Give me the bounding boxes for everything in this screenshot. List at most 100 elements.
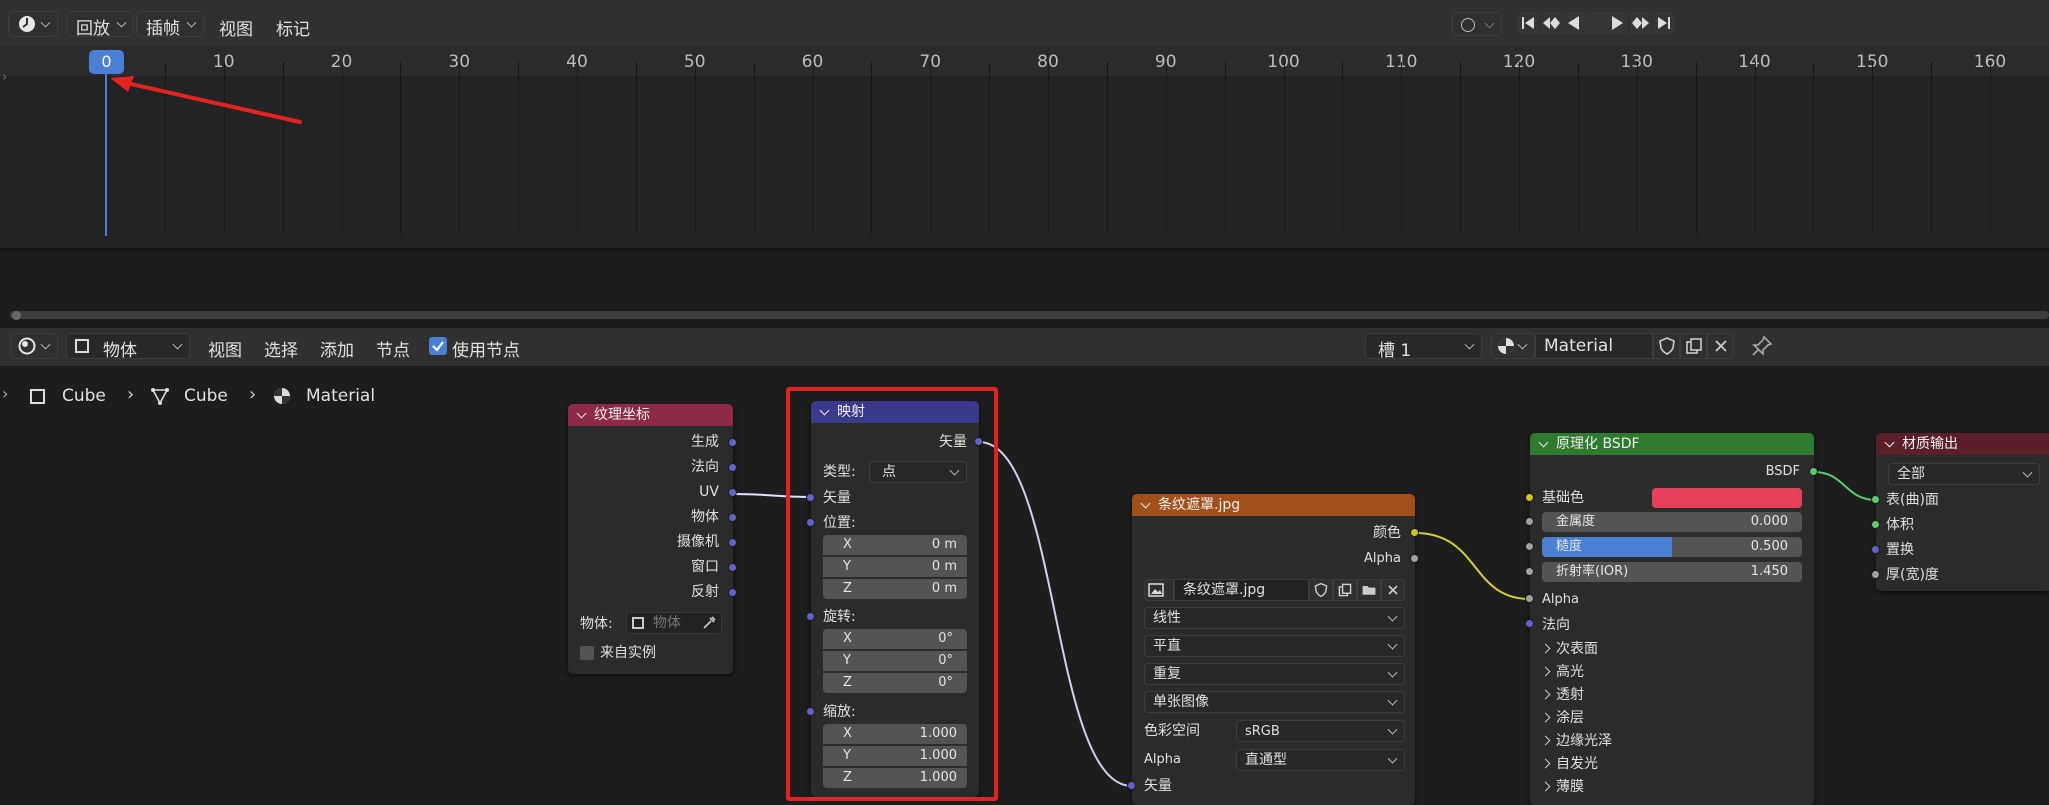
chevron-right-icon xyxy=(1540,758,1551,769)
alpha-mode-value: 直通型 xyxy=(1245,752,1287,768)
base-color-swatch[interactable] xyxy=(1652,488,1802,508)
output-socket-displacement[interactable] xyxy=(1871,545,1880,554)
bsdf-panel-2[interactable]: 透射 xyxy=(1540,686,1802,704)
output-normal: 法向 xyxy=(691,459,719,475)
bsdf-panel-label: 次表面 xyxy=(1556,641,1598,657)
output-socket-volume[interactable] xyxy=(1871,520,1880,529)
bsdf-socket-metallic[interactable] xyxy=(1525,517,1534,526)
bsdf-panel-0[interactable]: 次表面 xyxy=(1540,640,1802,658)
alpha-mode-label: Alpha xyxy=(1144,752,1181,767)
output-color: 颜色 xyxy=(1373,525,1401,541)
output-input-volume: 体积 xyxy=(1886,517,1914,533)
socket-object[interactable] xyxy=(728,513,737,522)
from-instancer-checkbox[interactable] xyxy=(580,646,594,660)
socket-uv[interactable] xyxy=(728,488,737,497)
image-texture-header[interactable]: 条纹遮罩.jpg xyxy=(1132,494,1415,516)
extension-select[interactable]: 重复 xyxy=(1144,663,1405,685)
bsdf-socket-ior[interactable] xyxy=(1525,567,1534,576)
duplicate-icon xyxy=(1338,583,1352,597)
output-generated: 生成 xyxy=(691,434,719,450)
image-name-label: 条纹遮罩.jpg xyxy=(1183,582,1266,598)
socket-reflection[interactable] xyxy=(728,588,737,597)
ior-field[interactable]: 折射率(IOR) 1.450 xyxy=(1542,562,1802,582)
metallic-value: 0.000 xyxy=(1750,514,1788,529)
colorspace-select[interactable]: sRGB xyxy=(1236,720,1405,742)
metallic-field[interactable]: 金属度 0.000 xyxy=(1542,512,1802,532)
output-alpha: Alpha xyxy=(1364,551,1401,566)
socket-camera[interactable] xyxy=(728,538,737,547)
texture-coordinate-node[interactable]: 纹理坐标 生成 法向 UV 物体 摄像机 窗口 反射 物体: 物体 来自实例 xyxy=(568,404,733,674)
output-window: 窗口 xyxy=(691,559,719,575)
eyedropper-icon[interactable] xyxy=(701,615,717,631)
socket-generated[interactable] xyxy=(728,438,737,447)
texture-coordinate-header[interactable]: 纹理坐标 xyxy=(568,404,733,426)
object-field-label: 物体: xyxy=(580,616,613,632)
image-texture-title: 条纹遮罩.jpg xyxy=(1158,497,1241,513)
folder-icon xyxy=(1362,586,1376,595)
shield-icon xyxy=(1314,582,1328,598)
source-select[interactable]: 单张图像 xyxy=(1144,691,1405,713)
bsdf-socket-output[interactable] xyxy=(1809,467,1818,476)
bsdf-panel-5[interactable]: 自发光 xyxy=(1540,755,1802,773)
from-instancer-label: 来自实例 xyxy=(600,645,656,661)
socket-window[interactable] xyxy=(728,563,737,572)
output-target-value: 全部 xyxy=(1897,466,1925,482)
image-duplicate-button[interactable] xyxy=(1333,579,1357,601)
ior-label: 折射率(IOR) xyxy=(1556,564,1629,579)
base-color-label: 基础色 xyxy=(1542,490,1584,506)
image-socket-color[interactable] xyxy=(1410,528,1419,537)
output-camera: 摄像机 xyxy=(677,534,719,550)
output-socket-thickness[interactable] xyxy=(1871,570,1880,579)
object-field-icon xyxy=(632,617,644,629)
bsdf-alpha-input: Alpha xyxy=(1542,592,1579,607)
output-input-surface: 表(曲)面 xyxy=(1886,492,1939,508)
image-texture-node[interactable]: 条纹遮罩.jpg 颜色 Alpha 条纹遮罩.jpg 线性 平直 重复 单张图像… xyxy=(1132,494,1415,805)
roughness-field[interactable]: 糙度 0.500 xyxy=(1542,537,1802,557)
bsdf-socket-base-color[interactable] xyxy=(1525,493,1534,502)
bsdf-socket-roughness[interactable] xyxy=(1525,542,1534,551)
bsdf-panel-3[interactable]: 涂层 xyxy=(1540,709,1802,727)
bsdf-output: BSDF xyxy=(1765,464,1800,479)
annotation-highlight-box xyxy=(786,387,998,801)
bsdf-panel-label: 高光 xyxy=(1556,664,1584,680)
source-value: 单张图像 xyxy=(1153,694,1209,710)
texture-coordinate-title: 纹理坐标 xyxy=(594,407,650,423)
interpolation-select[interactable]: 线性 xyxy=(1144,607,1405,629)
colorspace-value: sRGB xyxy=(1245,724,1280,739)
image-name-field[interactable]: 条纹遮罩.jpg xyxy=(1174,579,1309,601)
image-open-button[interactable] xyxy=(1357,579,1381,601)
bsdf-socket-normal[interactable] xyxy=(1525,619,1534,628)
image-browse-button[interactable] xyxy=(1144,579,1174,601)
output-object: 物体 xyxy=(691,509,719,525)
bsdf-panel-label: 薄膜 xyxy=(1556,779,1584,795)
output-input-thickness: 厚(宽)度 xyxy=(1886,567,1939,583)
bsdf-panel-1[interactable]: 高光 xyxy=(1540,663,1802,681)
chevron-right-icon xyxy=(1540,735,1551,746)
image-socket-vector[interactable] xyxy=(1127,781,1136,790)
output-uv: UV xyxy=(699,484,719,500)
bsdf-socket-alpha[interactable] xyxy=(1525,594,1534,603)
chevron-right-icon xyxy=(1540,712,1551,723)
chevron-right-icon xyxy=(1540,666,1551,677)
principled-bsdf-header[interactable]: 原理化 BSDF xyxy=(1530,433,1814,455)
socket-normal[interactable] xyxy=(728,463,737,472)
image-fake-user-button[interactable] xyxy=(1309,579,1333,601)
bsdf-panel-label: 涂层 xyxy=(1556,710,1584,726)
object-field-placeholder: 物体 xyxy=(653,615,681,631)
image-unlink-button[interactable] xyxy=(1381,579,1405,601)
image-socket-alpha[interactable] xyxy=(1410,554,1419,563)
output-socket-surface[interactable] xyxy=(1871,495,1880,504)
roughness-value: 0.500 xyxy=(1750,539,1788,554)
output-reflection: 反射 xyxy=(691,584,719,600)
output-target-select[interactable]: 全部 xyxy=(1888,463,2040,485)
bsdf-panel-4[interactable]: 边缘光泽 xyxy=(1540,732,1802,750)
bsdf-panel-6[interactable]: 薄膜 xyxy=(1540,778,1802,796)
object-field[interactable]: 物体 xyxy=(626,612,722,634)
colorspace-label: 色彩空间 xyxy=(1144,723,1200,739)
material-output-node[interactable]: 材质输出 全部 表(曲)面 体积 置换 厚(宽)度 xyxy=(1876,433,2049,591)
material-output-header[interactable]: 材质输出 xyxy=(1876,433,2049,455)
principled-bsdf-node[interactable]: 原理化 BSDF BSDF 基础色 金属度 0.000 糙度 0.500 折射率… xyxy=(1530,433,1814,805)
projection-select[interactable]: 平直 xyxy=(1144,635,1405,657)
alpha-mode-select[interactable]: 直通型 xyxy=(1236,749,1405,771)
material-output-title: 材质输出 xyxy=(1902,436,1958,452)
